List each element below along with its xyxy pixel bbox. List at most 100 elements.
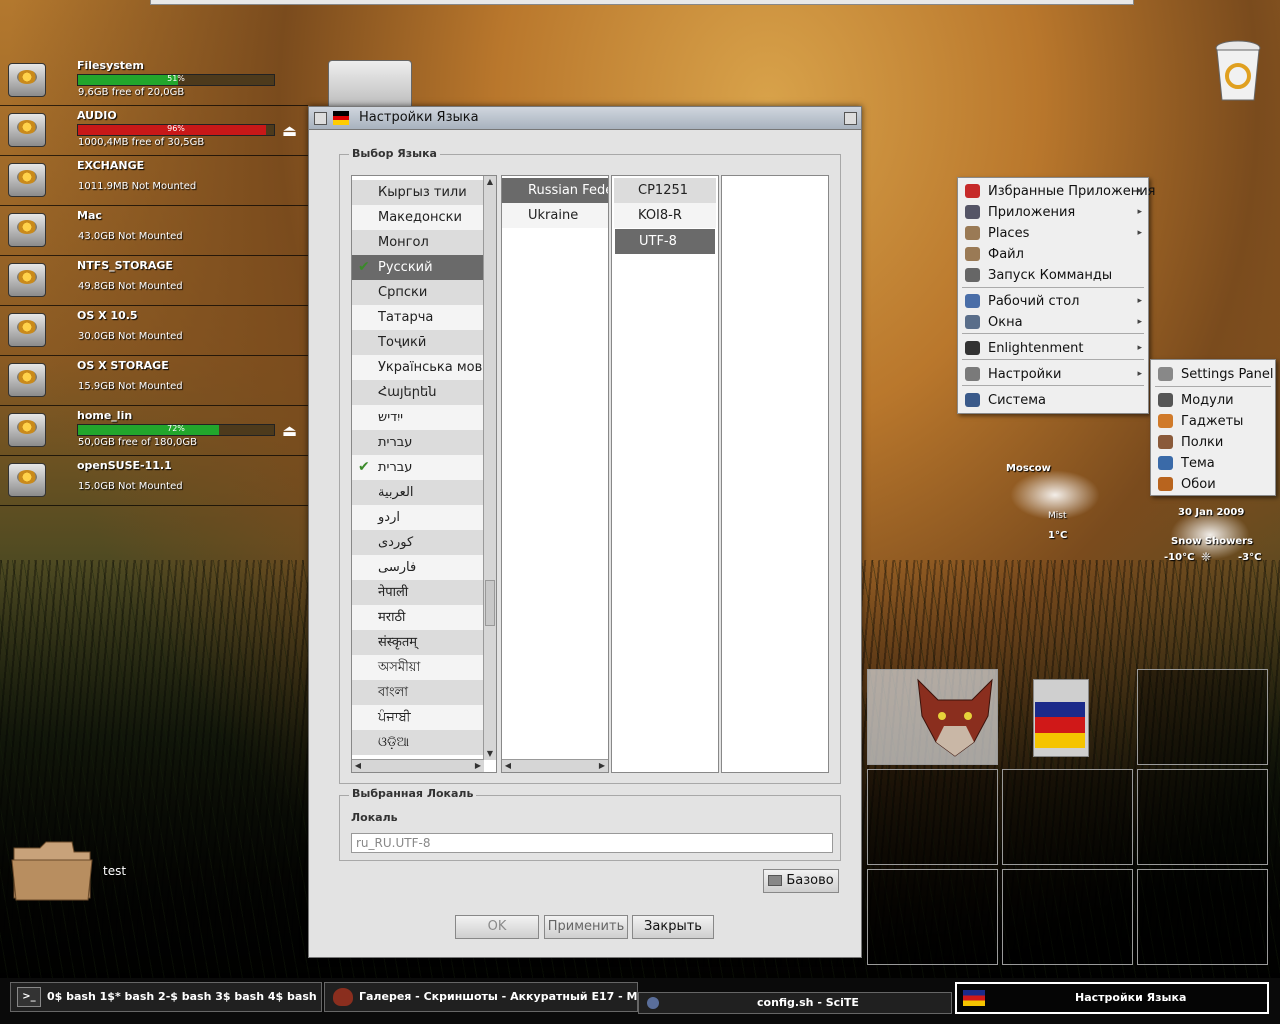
language-item[interactable]: العربية — [352, 480, 484, 505]
submenu-item[interactable]: Тема — [1151, 453, 1275, 474]
drive-name: Mac — [77, 209, 102, 222]
language-item[interactable]: Тоҷикӣ — [352, 330, 484, 355]
menu-item[interactable]: Приложения ▸ — [958, 202, 1148, 223]
submenu-item[interactable]: Модули — [1151, 390, 1275, 411]
eject-icon[interactable]: ⏏ — [282, 423, 302, 439]
pager-desk-7[interactable] — [867, 869, 998, 965]
drive-info: 1000,4MB free of 30,5GB — [78, 137, 205, 148]
scroll-right-arrow-icon[interactable]: ▶ — [472, 760, 484, 772]
language-list-hscroll[interactable]: ◀ ▶ — [352, 759, 484, 772]
drive-item[interactable]: AUDIO 96% 1000,4MB free of 30,5GB ⏏ — [0, 105, 308, 156]
region-rows: Russian Fede Ukraine — [502, 178, 608, 228]
language-item[interactable]: नेपाली — [352, 580, 484, 605]
encoding-list[interactable]: CP1251 KOI8-R UTF-8 — [611, 175, 719, 773]
language-item[interactable]: فارسی — [352, 555, 484, 580]
trash-icon[interactable] — [1212, 38, 1264, 104]
language-item[interactable]: ✔ עברית — [352, 455, 484, 480]
task-label: Настройки Языка — [1075, 991, 1187, 1004]
submenu-item-icon — [1158, 435, 1173, 449]
language-item[interactable]: ✔ Русский — [352, 255, 484, 280]
scroll-down-arrow-icon[interactable]: ▼ — [484, 748, 496, 760]
language-list-scroll-thumb[interactable] — [485, 580, 495, 626]
menu-item[interactable]: Окна ▸ — [958, 312, 1148, 333]
language-item[interactable]: اردو — [352, 505, 484, 530]
language-item[interactable]: ਪੰਜਾਬੀ — [352, 705, 484, 730]
menu-item[interactable]: Рабочий стол ▸ — [958, 291, 1148, 312]
language-item[interactable]: ଓଡ଼ିଆ — [352, 730, 484, 755]
menu-item[interactable]: Система — [958, 390, 1148, 411]
window-maximize-button[interactable] — [844, 112, 857, 125]
encoding-item[interactable]: UTF-8 — [614, 228, 716, 255]
drive-item[interactable]: openSUSE-11.1 15.0GB Not Mounted — [0, 455, 308, 506]
language-item[interactable]: کوردی — [352, 530, 484, 555]
apply-button[interactable]: Применить — [544, 915, 628, 939]
language-item[interactable]: Українська мова — [352, 355, 490, 380]
pager-desk-3[interactable] — [1137, 669, 1268, 765]
ok-button[interactable]: OK — [455, 915, 539, 939]
encoding-item[interactable]: KOI8-R — [614, 203, 716, 228]
task-firefox[interactable]: Галерея - Скриншоты - Аккуратный E17 - M… — [324, 982, 638, 1012]
drive-item[interactable]: NTFS_STORAGE 49.8GB Not Mounted — [0, 255, 308, 306]
default-button[interactable]: Базово — [763, 869, 839, 893]
eject-icon[interactable]: ⏏ — [282, 123, 302, 139]
encoding-item[interactable]: CP1251 — [614, 178, 716, 203]
forecast-low: -10°C — [1164, 552, 1195, 563]
language-item[interactable]: অসমীয়া — [352, 655, 484, 680]
language-list[interactable]: Кыргыз тили Македонски Монгол ✔ Русский Српск… — [351, 175, 497, 773]
submenu-item[interactable]: Обои — [1151, 474, 1275, 495]
pager-desk-8[interactable] — [1002, 869, 1133, 965]
region-item[interactable]: Russian Fede — [502, 178, 608, 203]
language-item[interactable]: עברית — [352, 430, 484, 455]
language-item[interactable]: Монгол — [352, 230, 484, 255]
task-scite[interactable]: config.sh - SciTE — [638, 992, 952, 1014]
dialog-titlebar[interactable]: Настройки Языка — [309, 107, 861, 130]
pager-desk-4[interactable] — [867, 769, 998, 865]
pager-desk-9[interactable] — [1137, 869, 1268, 965]
window-menu-button[interactable] — [314, 112, 327, 125]
language-item[interactable]: Հայերեն — [352, 380, 484, 405]
modifier-list[interactable] — [721, 175, 829, 773]
menu-item[interactable]: Настройки ▸ — [958, 364, 1148, 385]
locale-field[interactable]: ru_RU.UTF-8 — [351, 833, 833, 853]
region-list[interactable]: Russian Fede Ukraine ◀ ▶ — [501, 175, 609, 773]
submenu-item[interactable]: Полки — [1151, 432, 1275, 453]
language-item[interactable]: Македонски — [352, 205, 484, 230]
submenu-item[interactable]: Гаджеты — [1151, 411, 1275, 432]
close-button[interactable]: Закрыть — [632, 915, 714, 939]
language-item[interactable]: ייִדיש — [352, 405, 484, 430]
drive-item[interactable]: Mac 43.0GB Not Mounted — [0, 205, 308, 256]
scroll-left-arrow-icon[interactable]: ◀ — [502, 760, 514, 772]
language-item[interactable]: मराठी — [352, 605, 484, 630]
language-list-vscroll[interactable]: ▲ ▼ — [483, 176, 496, 760]
region-item[interactable]: Ukraine — [502, 203, 608, 228]
drive-item[interactable]: OS X STORAGE 15.9GB Not Mounted — [0, 355, 308, 406]
pager-desk-1[interactable] — [867, 669, 998, 765]
drive-item[interactable]: OS X 10.5 30.0GB Not Mounted — [0, 305, 308, 356]
drive-item[interactable]: Filesystem 51% 9,6GB free of 20,0GB — [0, 55, 308, 106]
desktop-folder-test[interactable]: test — [10, 838, 150, 904]
drive-item[interactable]: home_lin 72% 50,0GB free of 180,0GB ⏏ — [0, 405, 308, 456]
drive-item[interactable]: EXCHANGE 1011.9MB Not Mounted — [0, 155, 308, 206]
drive-info: 1011.9MB Not Mounted — [78, 181, 197, 192]
region-list-hscroll[interactable]: ◀ ▶ — [502, 759, 608, 772]
selected-locale-label: Выбранная Локаль — [349, 787, 477, 800]
menu-item[interactable]: Places ▸ — [958, 223, 1148, 244]
language-item[interactable]: Српски — [352, 280, 484, 305]
task-language-settings[interactable]: Настройки Языка — [955, 982, 1269, 1014]
pager-desk-6[interactable] — [1137, 769, 1268, 865]
language-item[interactable]: Татарча — [352, 305, 484, 330]
menu-item[interactable]: Enlightenment ▸ — [958, 338, 1148, 359]
menu-item[interactable]: Избранные Приложения ▸ — [958, 181, 1155, 202]
task-terminal[interactable]: >_ 0$ bash 1$* bash 2-$ bash 3$ bash 4$ b… — [10, 982, 322, 1012]
scroll-left-arrow-icon[interactable]: ◀ — [352, 760, 364, 772]
submenu-item[interactable]: Settings Panel — [1151, 364, 1275, 385]
pager-desk-5[interactable] — [1002, 769, 1133, 865]
scroll-right-arrow-icon[interactable]: ▶ — [596, 760, 608, 772]
pager-window-flag[interactable] — [1033, 679, 1089, 757]
menu-item[interactable]: Файл — [958, 244, 1148, 265]
language-item[interactable]: Кыргыз тили — [352, 180, 484, 205]
menu-item[interactable]: Запуск Комманды — [958, 265, 1148, 286]
language-item[interactable]: বাংলা — [352, 680, 484, 705]
scroll-up-arrow-icon[interactable]: ▲ — [484, 176, 496, 188]
language-item[interactable]: संस्कृतम् — [352, 630, 484, 655]
